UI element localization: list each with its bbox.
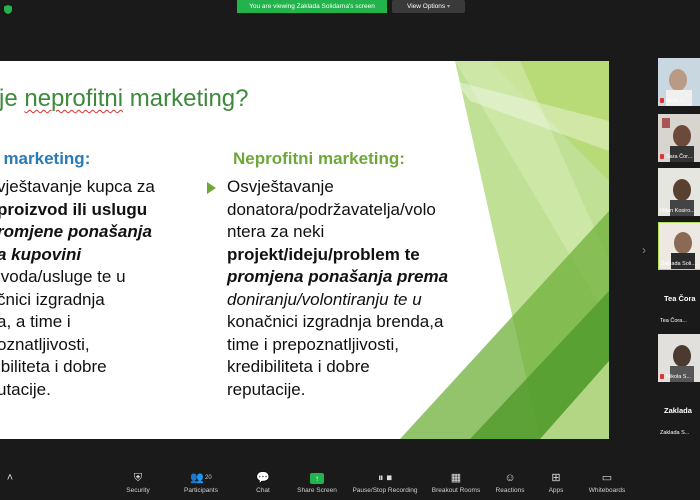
participant-tile[interactable]: Sara Čor... (658, 114, 700, 162)
right-line: time i prepoznatljivosti, (227, 334, 399, 354)
right-line: doniranju/volontiranju te u (227, 289, 422, 309)
pause-stop-icon: ⏸ ⏹ (377, 472, 393, 484)
participant-tile[interactable]: Zaklada Zaklada S... (658, 390, 700, 438)
participant-tile[interactable]: Nikola S... (658, 334, 700, 382)
left-line: čnici izgradnja (0, 289, 105, 309)
share-screen-button[interactable]: ↑ Share Screen (294, 470, 340, 494)
pause-recording-label: Pause/Stop Recording (352, 487, 418, 494)
shield-icon: ⛨ (133, 472, 143, 484)
left-line: utacije. (0, 379, 51, 399)
reactions-button[interactable]: ☺ Reactions (492, 470, 528, 494)
breakout-rooms-label: Breakout Rooms (431, 487, 481, 494)
share-screen-label: Share Screen (297, 487, 337, 494)
chevron-right-icon[interactable]: › (642, 243, 650, 257)
security-button[interactable]: ⛨ Security (120, 470, 156, 494)
chevron-up-icon: ˄ (6, 472, 14, 484)
reactions-icon: ☺ (504, 472, 516, 484)
participants-icon: 👥20 (190, 472, 212, 484)
screen-share-banner: You are viewing Zaklada Solidarna's scre… (237, 0, 387, 13)
participant-tile[interactable]: Tea Čora Tea Čora... (658, 278, 700, 326)
participant-name: Ianja i l... (660, 98, 688, 104)
slide-title-word: neprofitni (24, 85, 124, 112)
right-column-text: Osvještavanje donatora/podržavatelja/vol… (227, 176, 507, 401)
participant-name: Zaklada S... (660, 430, 690, 436)
zoom-meeting-window: You are viewing Zaklada Solidarna's scre… (0, 0, 700, 500)
participant-name: Milan Kosiro... (660, 208, 695, 214)
participant-tile[interactable]: Ianja i l... (658, 58, 700, 106)
left-line: proizvod ili uslugu (0, 199, 148, 219)
participant-tile-active-speaker[interactable]: Zaklada Soli... (658, 222, 700, 270)
whiteboard-icon: ▭ (601, 472, 613, 484)
participant-name: Tea Čora... (660, 318, 687, 324)
right-line: Osvještavanje (227, 177, 334, 196)
right-line: kredibiliteta i dobre (227, 357, 370, 376)
shield-icon[interactable] (4, 5, 12, 14)
participant-name: Zaklada Soli... (661, 261, 696, 267)
reactions-label: Reactions (495, 487, 525, 494)
meeting-toolbar: ˄ ⛨ Security 👥20 Participants 💬 Chat ↑ S… (0, 466, 700, 500)
left-line: ibiliteta i dobre (0, 357, 107, 376)
whiteboards-button[interactable]: ▭ Whiteboards (584, 470, 630, 494)
left-line: vještavanje kupca za (0, 177, 155, 196)
right-column-heading: Neprofitni marketing: (233, 149, 405, 168)
participant-name: Nikola S... (660, 374, 691, 380)
chevron-down-icon: ▾ (446, 4, 450, 10)
participants-count: 20 (205, 475, 212, 481)
whiteboards-label: Whiteboards (588, 487, 626, 494)
left-column-heading: i marketing: (0, 149, 91, 168)
left-line: romjene ponašanja (0, 222, 152, 241)
mic-muted-icon (660, 374, 664, 380)
participants-label: Participants (184, 487, 218, 494)
right-line: promjena ponašanja prema (227, 267, 449, 286)
chat-label: Chat (256, 487, 270, 494)
mic-muted-icon (660, 98, 664, 104)
right-line: reputacije. (227, 379, 306, 399)
left-column-text: vještavanje kupca za proizvod ili uslugu… (0, 176, 192, 401)
left-line: a, a time i (0, 312, 71, 331)
left-line: oznatljivosti, (0, 334, 90, 354)
bullet-arrow-icon (207, 182, 216, 194)
participants-button[interactable]: 👥20 Participants (176, 470, 226, 494)
chat-icon: 💬 (256, 472, 270, 484)
security-label: Security (126, 487, 150, 494)
slide-title-prefix: je (0, 85, 25, 112)
right-line: konačnici izgradnja brenda,a (227, 312, 444, 331)
right-line: ntera za neki (227, 222, 325, 241)
mic-muted-icon (660, 154, 664, 160)
right-line: donatora/podržavatelja/volo (227, 199, 436, 219)
share-screen-icon: ↑ (310, 473, 324, 484)
apps-label: Apps (548, 487, 564, 494)
right-line: projekt/ideju/problem te (227, 244, 420, 264)
breakout-rooms-icon: ▦ (450, 472, 462, 484)
participant-display-name: Zaklada (664, 406, 692, 415)
slide-title: je neprofitni marketing? (0, 85, 248, 113)
breakout-rooms-button[interactable]: ▦ Breakout Rooms (428, 470, 484, 494)
view-options-label: View Options (406, 3, 446, 10)
left-line: ivoda/usluge te u (0, 267, 126, 286)
chat-button[interactable]: 💬 Chat (246, 470, 280, 494)
view-options-button[interactable]: View Options ▾ (392, 0, 465, 13)
pause-stop-recording-button[interactable]: ⏸ ⏹ Pause/Stop Recording (348, 470, 422, 494)
participant-strip: Ianja i l... Sara Čor... Milan Kosiro... (655, 56, 700, 446)
participant-display-name: Tea Čora (664, 294, 696, 303)
apps-icon: ⊞ (551, 472, 561, 484)
audio-options-button[interactable]: ˄ (2, 470, 18, 486)
apps-button[interactable]: ⊞ Apps (542, 470, 570, 494)
participant-name: Sara Čor... (660, 154, 692, 160)
slide-title-suffix: marketing? (123, 85, 249, 112)
shared-slide: je neprofitni marketing? i marketing: Ne… (0, 61, 609, 439)
participant-tile[interactable]: Milan Kosiro... (658, 168, 700, 216)
left-line: a kupovini (0, 244, 82, 264)
